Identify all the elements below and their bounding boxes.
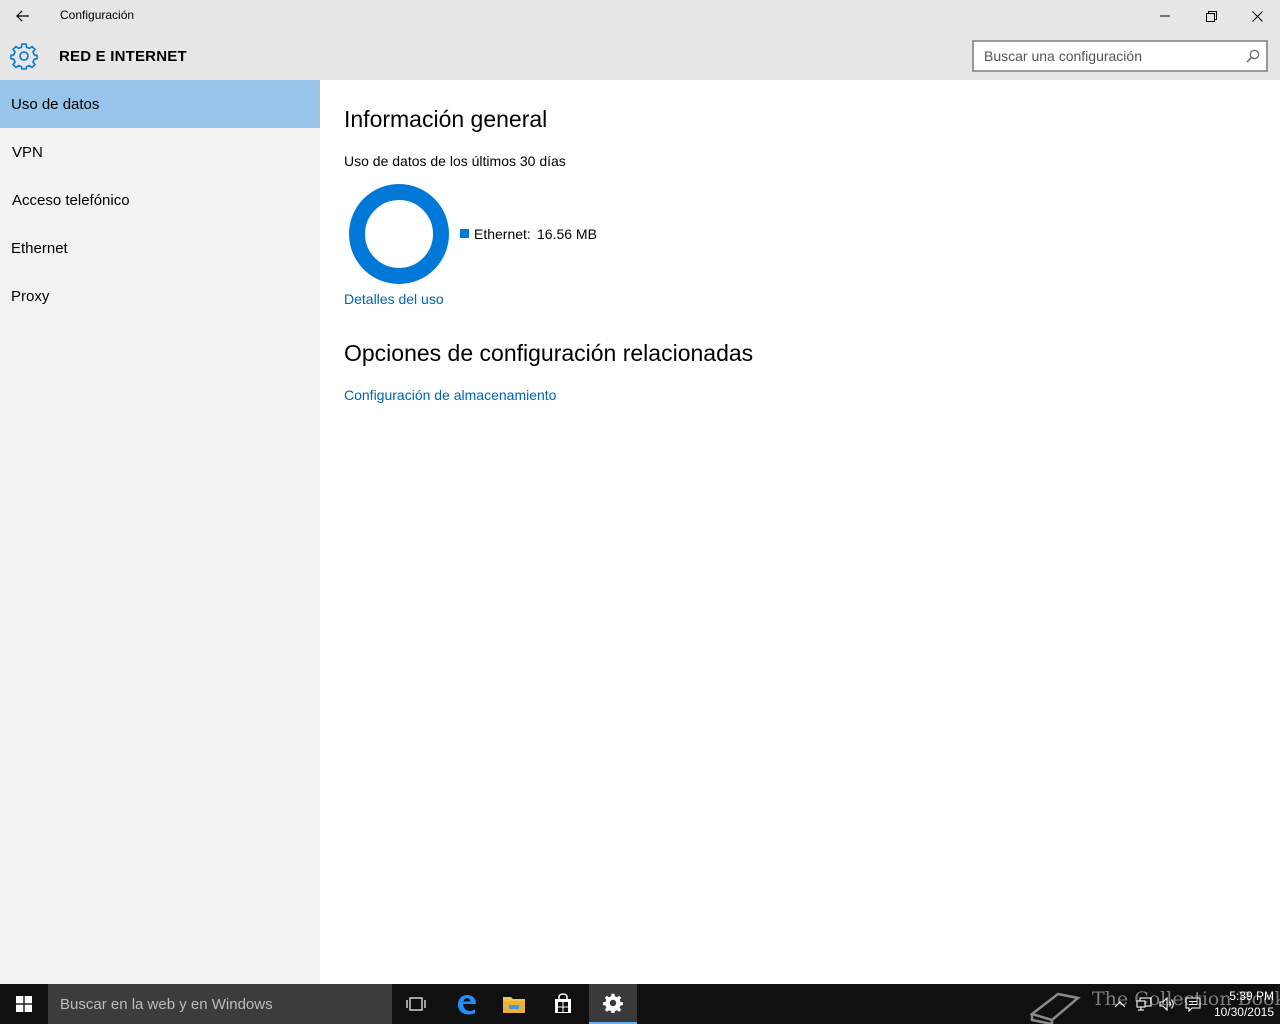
search-icon[interactable] <box>1246 49 1260 63</box>
main-content: Información general Uso de datos de los … <box>320 80 1280 984</box>
chevron-up-icon <box>1114 1001 1126 1008</box>
usage-donut-ring <box>349 184 449 284</box>
network-icon <box>1136 997 1152 1011</box>
edge-button[interactable] <box>442 984 490 1024</box>
taskbar-clock[interactable]: 5:39 PM 10/30/2015 <box>1206 988 1274 1020</box>
windows-logo-icon <box>16 996 32 1012</box>
store-button[interactable] <box>539 984 587 1024</box>
close-icon <box>1251 10 1263 22</box>
edge-icon <box>458 995 476 1015</box>
gear-icon <box>603 993 623 1013</box>
settings-search-input[interactable] <box>984 47 1234 65</box>
store-icon <box>555 993 571 1013</box>
start-button[interactable] <box>0 984 48 1024</box>
sidebar: Uso de datos VPN Acceso telefónico Ether… <box>0 80 320 984</box>
task-view-icon <box>406 997 426 1011</box>
ethernet-legend-value: 16.56 MB <box>537 226 597 242</box>
close-button[interactable] <box>1234 0 1280 32</box>
sidebar-item-label: Uso de datos <box>11 95 100 113</box>
volume-tray-button[interactable] <box>1158 984 1178 1024</box>
taskbar: The Collection Book 5:39 PM 10/30/2015 <box>0 984 1280 1024</box>
restore-button[interactable] <box>1188 0 1234 32</box>
sidebar-item-label: Proxy <box>11 287 50 305</box>
file-explorer-button[interactable] <box>490 984 538 1024</box>
show-hidden-icons-button[interactable] <box>1110 984 1130 1024</box>
overview-heading: Información general <box>344 106 548 132</box>
action-center-button[interactable] <box>1182 984 1204 1024</box>
sidebar-item-label: Acceso telefónico <box>12 191 130 209</box>
sidebar-item-ethernet[interactable]: Ethernet <box>0 224 320 272</box>
usage-subtitle: Uso de datos de los últimos 30 días <box>344 153 566 169</box>
usage-details-link[interactable]: Detalles del uso <box>344 291 444 307</box>
ethernet-legend-swatch <box>460 229 469 238</box>
sidebar-item-acceso-telefonico[interactable]: Acceso telefónico <box>0 176 320 224</box>
settings-header: RED E INTERNET <box>0 32 1280 80</box>
sidebar-item-vpn[interactable]: VPN <box>0 128 320 176</box>
back-button[interactable] <box>0 0 46 32</box>
book-logo-icon <box>1029 992 1081 1024</box>
clock-date: 10/30/2015 <box>1213 1005 1274 1019</box>
storage-settings-link[interactable]: Configuración de almacenamiento <box>344 387 556 403</box>
minimize-icon <box>1160 15 1170 17</box>
sidebar-item-label: Ethernet <box>11 239 68 257</box>
speaker-icon <box>1159 997 1174 1011</box>
taskbar-search-box[interactable] <box>48 984 392 1024</box>
folder-icon <box>503 997 525 1013</box>
gear-icon <box>10 43 38 70</box>
section-title: RED E INTERNET <box>59 48 187 65</box>
usage-donut-chart <box>349 184 449 284</box>
window-title: Configuración <box>60 8 135 22</box>
settings-search-box[interactable] <box>972 40 1268 72</box>
sidebar-item-label: VPN <box>12 143 43 161</box>
back-arrow-icon <box>16 10 29 22</box>
restore-icon <box>1205 10 1217 22</box>
notification-icon <box>1185 996 1201 1012</box>
clock-time: 5:39 PM <box>1229 989 1274 1003</box>
sidebar-item-uso-de-datos[interactable]: Uso de datos <box>0 80 320 128</box>
sidebar-item-proxy[interactable]: Proxy <box>0 272 320 320</box>
network-tray-button[interactable] <box>1134 984 1154 1024</box>
title-bar: Configuración <box>0 0 1280 32</box>
related-settings-heading: Opciones de configuración relacionadas <box>344 340 754 366</box>
task-view-button[interactable] <box>392 984 440 1024</box>
taskbar-search-input[interactable] <box>60 995 380 1013</box>
minimize-button[interactable] <box>1142 0 1188 32</box>
settings-taskbar-button[interactable] <box>589 984 637 1024</box>
ethernet-legend-label: Ethernet: <box>474 226 531 242</box>
